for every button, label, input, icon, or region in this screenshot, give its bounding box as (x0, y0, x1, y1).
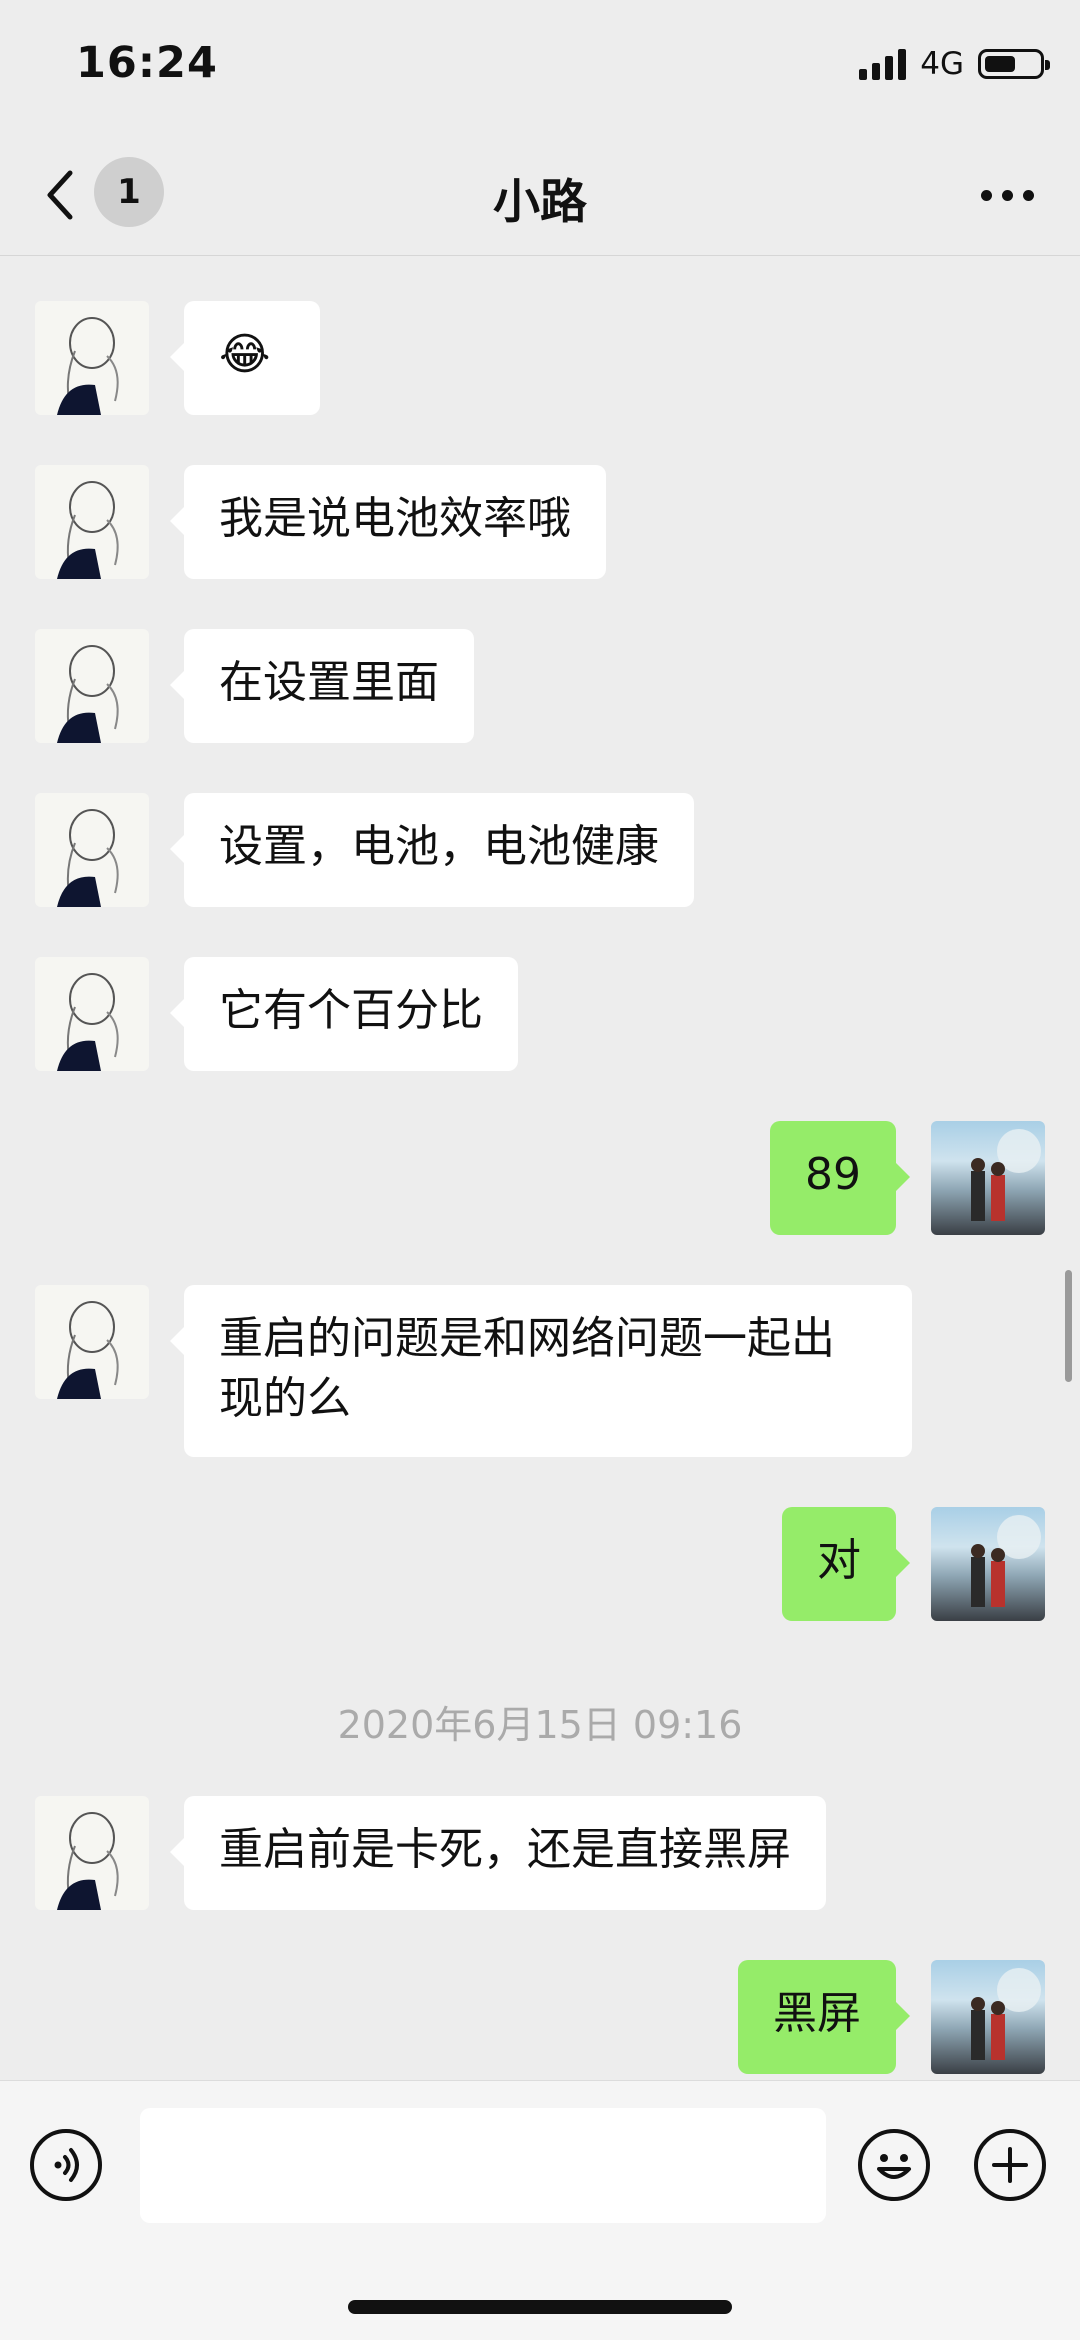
message-bubble-incoming[interactable]: 在设置里面 (170, 629, 474, 743)
message-text: 对 (817, 1535, 861, 1586)
message-text: 黑屏 (773, 1988, 861, 2039)
message-text: 设置，电池，电池健康 (219, 821, 659, 872)
emoji-icon[interactable] (858, 2129, 930, 2201)
chat-timestamp: 2020年6月15日 09:16 (337, 1703, 743, 1747)
message-bubble-incoming[interactable]: 重启前是卡死，还是直接黑屏 (170, 1796, 826, 1910)
signal-icon (859, 48, 907, 80)
my-avatar[interactable] (931, 1121, 1045, 1235)
message-bubble-outgoing[interactable]: 黑屏 (738, 1960, 910, 2074)
message-text: 它有个百分比 (219, 985, 483, 1036)
scroll-indicator[interactable] (1065, 1270, 1072, 1382)
message-bubble-incoming[interactable]: 设置，电池，电池健康 (170, 793, 694, 907)
status-time: 16:24 (76, 38, 218, 88)
message-bubble-incoming[interactable]: 我是说电池效率哦 (170, 465, 606, 579)
message-bubble-outgoing[interactable]: 对 (782, 1507, 910, 1621)
message-text: 在设置里面 (219, 657, 439, 708)
contact-avatar[interactable] (35, 301, 149, 415)
chat-title: 小路 (493, 175, 587, 230)
contact-avatar[interactable] (35, 1285, 149, 1399)
contact-avatar[interactable] (35, 629, 149, 743)
message-text: 89 (805, 1149, 861, 1200)
message-text: 我是说电池效率哦 (219, 493, 571, 544)
message-bubble-incoming[interactable]: 😂 (170, 301, 320, 415)
more-horizontal-icon[interactable] (972, 171, 1042, 219)
message-bubble-outgoing[interactable]: 89 (770, 1121, 910, 1235)
message-bubble-incoming[interactable]: 它有个百分比 (170, 957, 518, 1071)
contact-avatar[interactable] (35, 1796, 149, 1910)
chat-header: 1 小路 (0, 135, 1080, 256)
message-text: 重启的问题是和网络问题一起出现的么 (219, 1313, 835, 1424)
my-avatar[interactable] (931, 1507, 1045, 1621)
contact-avatar[interactable] (35, 957, 149, 1071)
message-text: 重启前是卡死，还是直接黑屏 (219, 1824, 791, 1875)
battery-icon (978, 49, 1050, 79)
home-indicator[interactable] (348, 2300, 732, 2314)
status-bar: 16:24 4G (0, 0, 1080, 135)
plus-icon[interactable] (974, 2129, 1046, 2201)
my-avatar[interactable] (931, 1960, 1045, 2074)
contact-avatar[interactable] (35, 793, 149, 907)
battery-fill (985, 56, 1015, 72)
network-type: 4G (920, 46, 964, 82)
message-bubble-incoming[interactable]: 重启的问题是和网络问题一起出现的么 (170, 1285, 912, 1457)
contact-avatar[interactable] (35, 465, 149, 579)
message-text: 😂 (219, 329, 271, 380)
voice-input-icon[interactable] (30, 2129, 102, 2201)
status-indicators: 4G (859, 46, 1050, 82)
message-input[interactable] (140, 2108, 826, 2223)
